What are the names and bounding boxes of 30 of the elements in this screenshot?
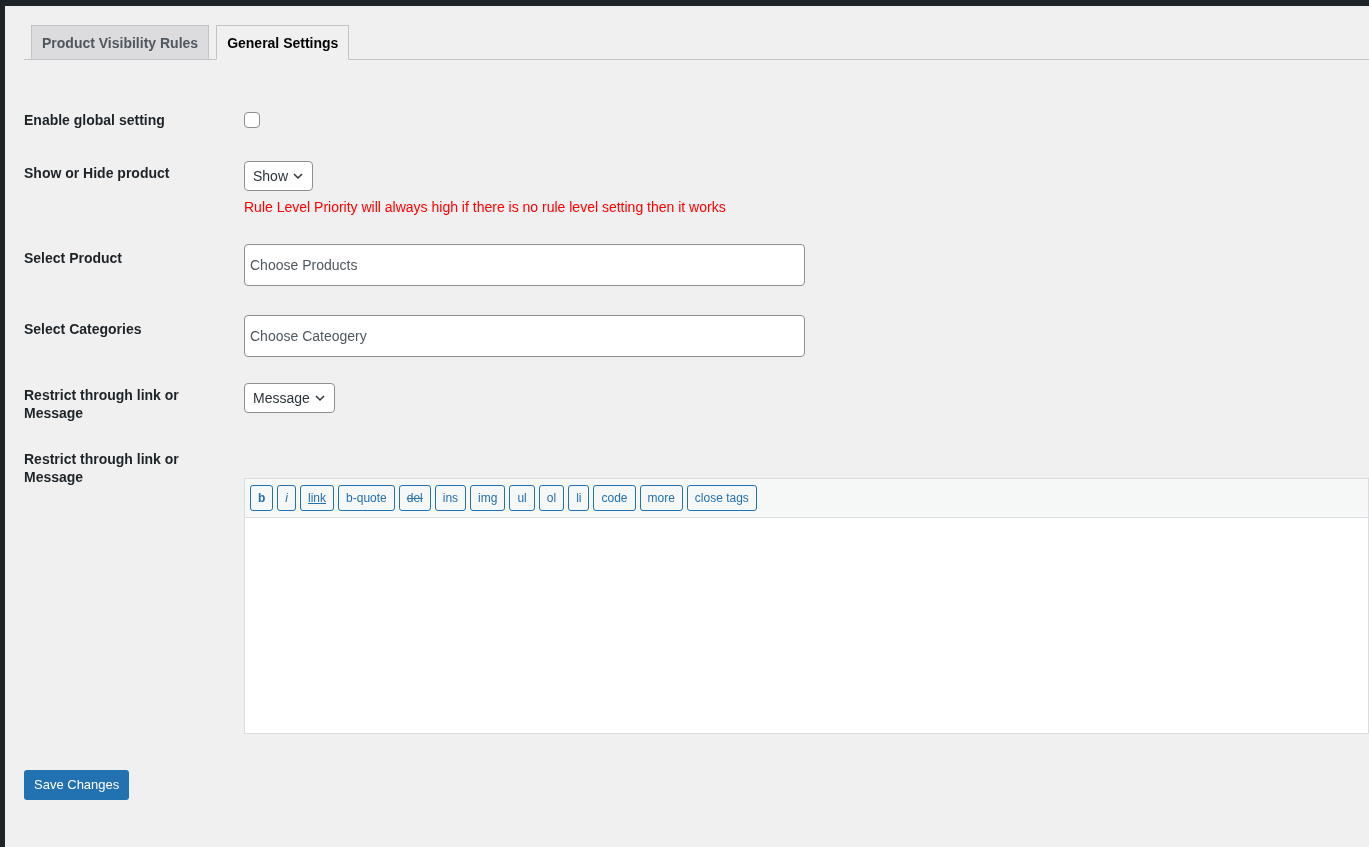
format-button[interactable]: link [300, 485, 335, 511]
field-label: Select Product [24, 249, 123, 266]
format-button[interactable]: li [568, 485, 590, 511]
format-button[interactable]: close tags [686, 485, 757, 511]
field-label: Show or Hide product [24, 165, 170, 181]
format-button[interactable]: ul [509, 485, 535, 511]
input-field[interactable]: Choose Cateogery [244, 314, 805, 357]
format-button[interactable]: b-quote [338, 485, 395, 511]
format-button[interactable]: i [277, 485, 296, 511]
field-label: Restrict through link or Message [24, 387, 179, 421]
format-button[interactable]: ol [538, 485, 565, 511]
field-label: Enable global setting [24, 112, 165, 128]
input-field[interactable]: Choose Products [244, 243, 805, 286]
select-dropdown[interactable]: Show [244, 161, 314, 191]
format-button[interactable]: ins [434, 485, 467, 511]
field-label: Select Categories [24, 320, 142, 337]
chevron-down-icon [313, 392, 326, 404]
tab[interactable]: General Settings [216, 25, 350, 60]
save-button[interactable]: Save Changes [24, 770, 130, 800]
format-button[interactable]: more [639, 485, 683, 511]
format-button[interactable]: del [398, 485, 431, 511]
warning-note: Rule Level Priority will always high if there is no rule level setting then it works [244, 198, 726, 217]
format-button[interactable]: code [593, 485, 636, 511]
format-button[interactable]: b [250, 485, 274, 511]
tab[interactable]: Product Visibility Rules [31, 25, 210, 60]
format-button[interactable]: img [470, 485, 506, 511]
chevron-down-icon [292, 170, 305, 182]
checkbox[interactable] [244, 112, 260, 128]
field-label: Restrict through link or Message [24, 451, 179, 485]
select-dropdown[interactable]: Message [244, 383, 335, 413]
